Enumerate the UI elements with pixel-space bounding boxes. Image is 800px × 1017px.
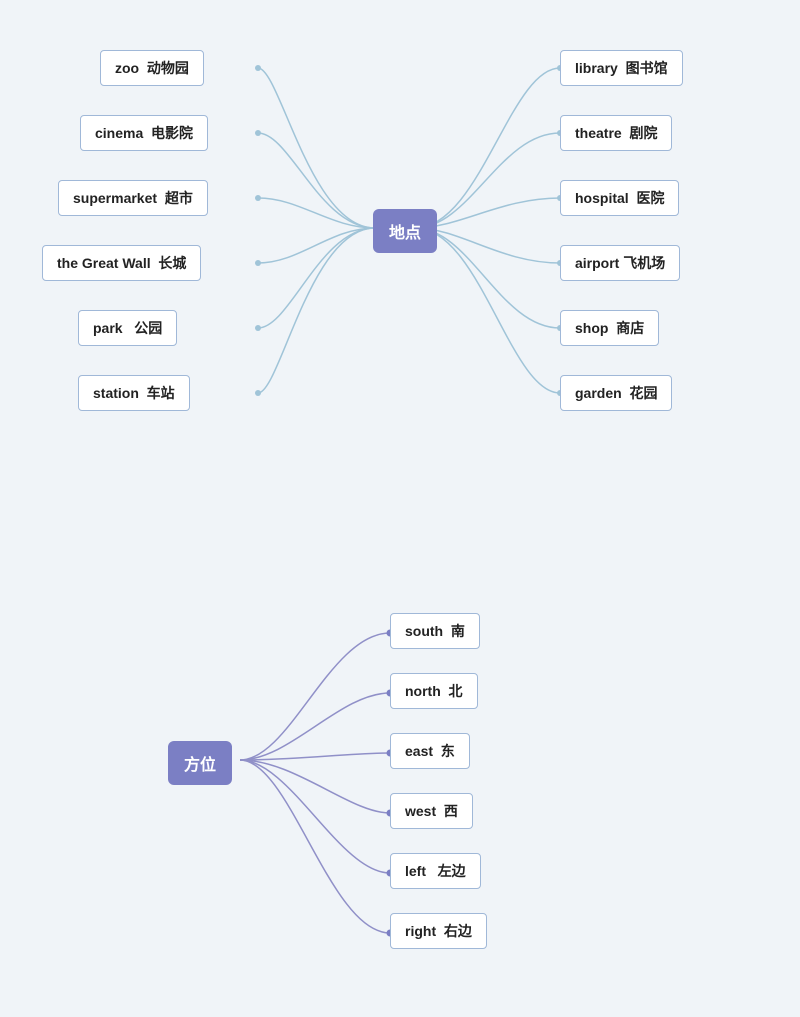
center-node-directions: 方位 (168, 741, 232, 785)
node-left: left 左边 (390, 853, 481, 889)
center-node-places: 地点 (373, 209, 437, 253)
node-garden: garden 花园 (560, 375, 672, 411)
node-greatwall: the Great Wall 长城 (42, 245, 201, 281)
node-hospital: hospital 医院 (560, 180, 679, 216)
node-airport: airport 飞机场 (560, 245, 680, 281)
node-supermarket: supermarket 超市 (58, 180, 208, 216)
node-right: right 右边 (390, 913, 487, 949)
node-shop: shop 商店 (560, 310, 659, 346)
node-park: park 公园 (78, 310, 177, 346)
node-theatre: theatre 剧院 (560, 115, 672, 151)
node-cinema: cinema 电影院 (80, 115, 208, 151)
node-east: east 东 (390, 733, 470, 769)
node-zoo: zoo 动物园 (100, 50, 204, 86)
node-west: west 西 (390, 793, 473, 829)
node-south: south 南 (390, 613, 480, 649)
diagram-container: 地点 zoo 动物园 cinema 电影院 supermarket 超市 the… (0, 0, 800, 1017)
node-north: north 北 (390, 673, 478, 709)
node-station: station 车站 (78, 375, 190, 411)
node-library: library 图书馆 (560, 50, 683, 86)
